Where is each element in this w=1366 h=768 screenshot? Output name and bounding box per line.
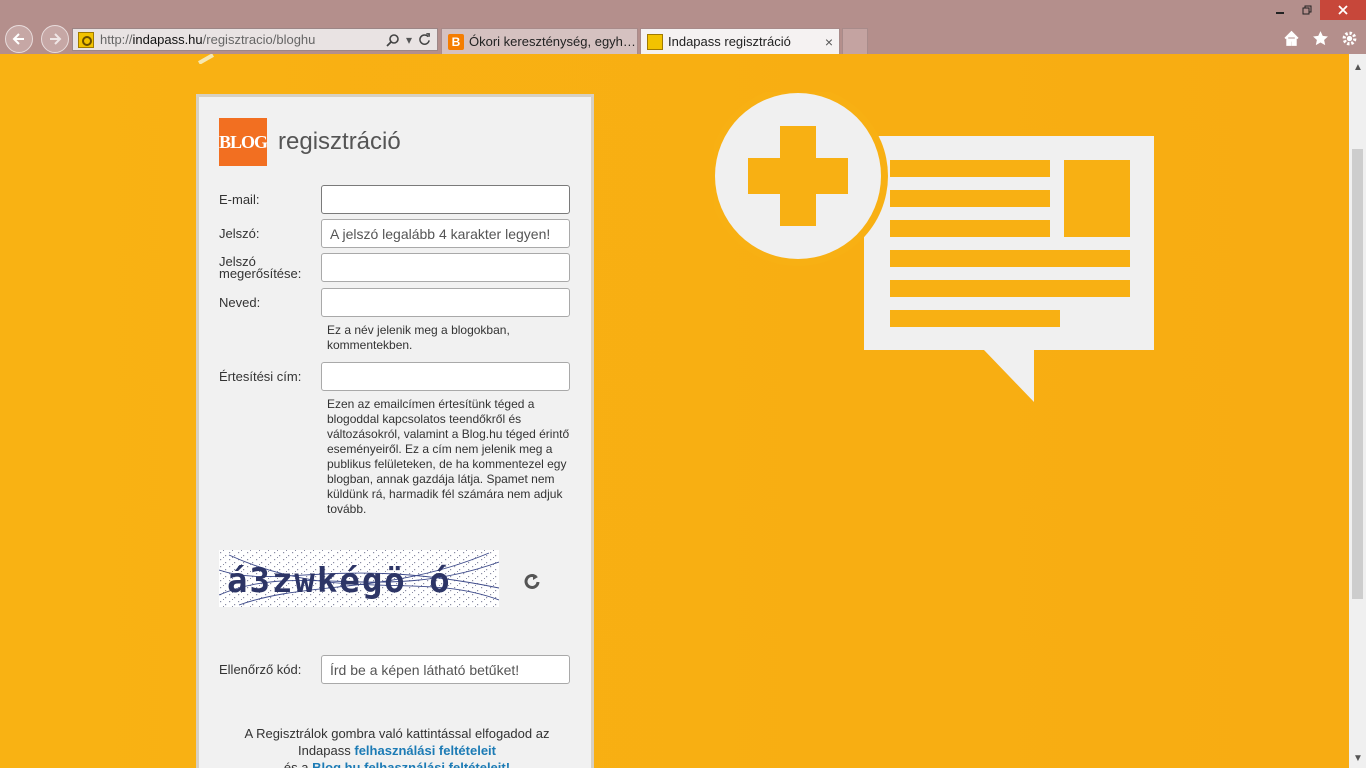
- new-tab-button[interactable]: [842, 28, 868, 54]
- address-url: http://indapass.hu/regisztracio/bloghu: [100, 32, 316, 47]
- page-content: BLOG regisztráció E-mail: Jelszó: Jelszó…: [0, 54, 1349, 768]
- blog-logo: BLOG: [219, 118, 268, 166]
- page-title: regisztráció: [278, 128, 401, 155]
- restore-button[interactable]: [1293, 0, 1320, 20]
- window-controls: [1266, 0, 1366, 20]
- blogger-favicon-icon: B: [448, 33, 464, 50]
- notify-help-text: Ezen az emailcímen értesítünk téged a bl…: [327, 397, 570, 516]
- password-confirm-label: Jelszó megerősítése:: [219, 254, 302, 281]
- minimize-icon: [1275, 12, 1284, 14]
- captcha-text: á3zwkégö ó: [227, 561, 452, 601]
- password-confirm-field[interactable]: [321, 253, 570, 282]
- name-label: Neved:: [219, 295, 261, 310]
- refresh-icon[interactable]: [418, 33, 431, 46]
- captcha-refresh-button[interactable]: [520, 571, 544, 595]
- forward-button[interactable]: [41, 25, 69, 53]
- add-blog-post-illustration: [714, 92, 1154, 402]
- forward-arrow-icon: [50, 33, 62, 45]
- back-button[interactable]: [5, 25, 33, 53]
- site-favicon-icon: [78, 31, 94, 48]
- tab-close-icon[interactable]: ×: [825, 34, 833, 50]
- close-icon: [1338, 5, 1348, 15]
- bloghu-terms-link[interactable]: Blog.hu felhasználási feltételeit!: [312, 760, 510, 768]
- code-label: Ellenőrző kód:: [219, 662, 302, 677]
- scroll-down-icon[interactable]: ▼: [1353, 753, 1363, 764]
- tab-okori-kereszt[interactable]: B Ókori kereszténység, egyházat...: [441, 28, 638, 54]
- notify-email-label: Értesítési cím:: [219, 369, 302, 384]
- restore-icon: [1302, 5, 1311, 15]
- captcha-code-field[interactable]: [321, 655, 570, 684]
- notify-email-field[interactable]: [321, 362, 570, 391]
- settings-gear-icon[interactable]: [1341, 30, 1358, 47]
- scrollbar-thumb[interactable]: [1352, 149, 1363, 599]
- vertical-scrollbar[interactable]: ▲ ▼: [1349, 54, 1366, 768]
- name-help-text: Ez a név jelenik meg a blogokban, kommen…: [327, 323, 510, 352]
- dropdown-arrow-icon[interactable]: ▾: [406, 33, 412, 47]
- captcha-refresh-icon: [524, 574, 540, 589]
- terms-text: A Regisztrálok gombra való kattintással …: [219, 725, 575, 768]
- back-arrow-icon: [12, 33, 24, 45]
- home-icon[interactable]: [1283, 30, 1300, 47]
- close-button[interactable]: [1320, 0, 1366, 20]
- favorites-star-icon[interactable]: [1312, 30, 1329, 47]
- indapass-terms-link[interactable]: felhasználási feltételeit: [354, 743, 496, 758]
- email-label: E-mail:: [219, 192, 260, 207]
- search-icon[interactable]: [386, 33, 400, 47]
- password-field[interactable]: [321, 219, 570, 248]
- password-label: Jelszó:: [219, 226, 260, 241]
- pen-decoration-icon: [198, 54, 214, 64]
- browser-chrome: http://indapass.hu/regisztracio/bloghu ▾…: [0, 0, 1366, 54]
- name-field[interactable]: [321, 288, 570, 317]
- scroll-up-icon[interactable]: ▲: [1353, 62, 1363, 73]
- tab-indapass-registration[interactable]: Indapass regisztráció ×: [640, 28, 840, 54]
- address-bar[interactable]: http://indapass.hu/regisztracio/bloghu ▾: [72, 28, 438, 51]
- captcha-image: á3zwkégö ó: [219, 550, 499, 607]
- indapass-favicon-icon: [647, 33, 663, 50]
- registration-panel: BLOG regisztráció E-mail: Jelszó: Jelszó…: [196, 94, 594, 768]
- email-field[interactable]: [321, 185, 570, 214]
- browser-toolbar-icons: [1283, 30, 1358, 47]
- panel-header: BLOG regisztráció: [219, 118, 401, 166]
- minimize-button[interactable]: [1266, 0, 1293, 20]
